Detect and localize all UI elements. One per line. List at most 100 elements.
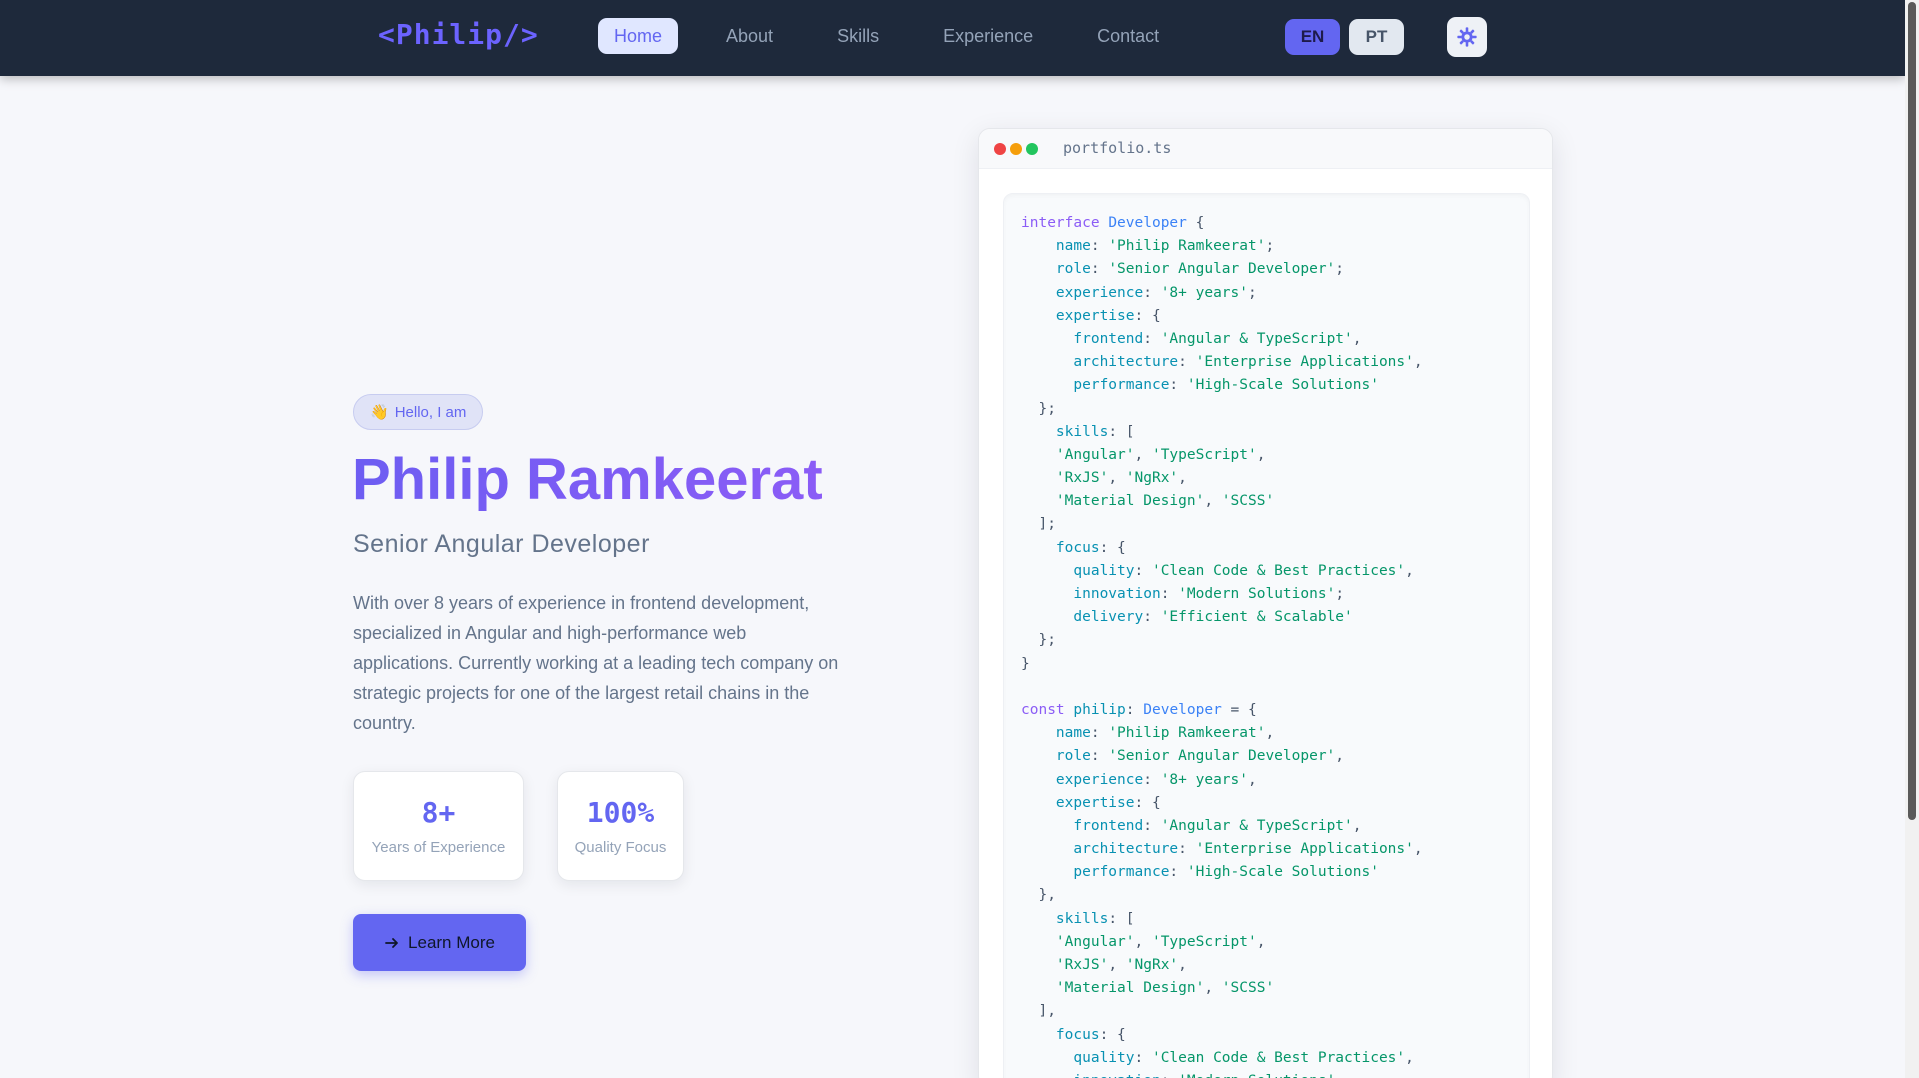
code-token: , (1413, 354, 1423, 371)
code-token: 'Philip Ramkeerat' (1108, 238, 1266, 255)
stat-value: 100% (586, 796, 655, 829)
code-line: ], (1021, 1000, 1423, 1023)
code-line: }, (1021, 884, 1423, 907)
code-token: } (1021, 655, 1030, 672)
nav-link-skills[interactable]: Skills (821, 18, 895, 54)
code-line: 'Material Design', 'SCSS' (1021, 490, 1423, 513)
page-scrollbar[interactable] (1905, 0, 1919, 1078)
code-line: 'Material Design', 'SCSS' (1021, 977, 1423, 1000)
code-token: , (1178, 470, 1187, 487)
gear-icon (1457, 27, 1477, 47)
code-token: experience (1055, 284, 1144, 301)
code-token: , (1335, 1073, 1344, 1078)
code-token: 'Enterprise Applications' (1195, 354, 1414, 371)
code-token: focus (1055, 539, 1100, 556)
learn-more-button[interactable]: Learn More (353, 914, 526, 971)
code-line: 'RxJS', 'NgRx', (1021, 467, 1423, 490)
language-pt-button[interactable]: PT (1349, 19, 1404, 55)
code-token: , (1405, 562, 1414, 579)
code-line: focus: { (1021, 537, 1423, 560)
code-token: 'Material Design' (1055, 493, 1205, 510)
greeting-text: Hello, I am (394, 403, 467, 421)
code-token: , (1335, 748, 1345, 765)
learn-more-label: Learn More (408, 932, 495, 952)
code-token: 'Senior Angular Developer' (1108, 261, 1336, 278)
nav-link-home[interactable]: Home (598, 18, 679, 54)
code-line: architecture: 'Enterprise Applications', (1021, 838, 1422, 861)
scrollbar-thumb[interactable] (1908, 2, 1916, 820)
code-token: innovation (1073, 586, 1161, 602)
code-line: 'Angular', 'TypeScript', (1021, 931, 1423, 954)
code-token: 'RxJS' (1055, 957, 1109, 973)
code-token: : (1125, 701, 1144, 718)
code-token: : (1090, 748, 1109, 765)
code-token: 'Philip Ramkeerat' (1108, 725, 1266, 742)
code-token: skills (1055, 423, 1109, 440)
code-token: frontend (1073, 817, 1144, 834)
code-window-titlebar: portfolio.ts (979, 129, 1552, 169)
code-token: , (1405, 1049, 1414, 1066)
code-token: '8+ years' (1160, 771, 1249, 788)
language-en-button[interactable]: EN (1285, 19, 1340, 55)
nav-link-experience[interactable]: Experience (927, 18, 1049, 54)
code-token: : [ (1108, 910, 1135, 927)
code-token: delivery (1073, 609, 1144, 626)
greeting-badge: 👋 Hello, I am (353, 394, 484, 430)
code-token: , (1256, 446, 1266, 463)
code-line: experience: '8+ years'; (1021, 282, 1423, 305)
logo[interactable]: <Philip/> (378, 18, 539, 51)
code-token: : (1169, 864, 1187, 881)
code-token: 'SCSS' (1221, 980, 1275, 997)
nav-link-about[interactable]: About (710, 18, 789, 54)
code-token: : { (1134, 307, 1161, 324)
code-token: : (1169, 377, 1187, 394)
code-window: portfolio.ts interface Developer { name:… (978, 128, 1553, 1078)
code-token: , (1134, 446, 1152, 463)
nav-link-contact[interactable]: Contact (1081, 18, 1175, 54)
code-line: innovation: 'Modern Solutions'; (1021, 583, 1423, 606)
code-token: const (1021, 701, 1074, 718)
code-token: 'Senior Angular Developer' (1108, 748, 1336, 765)
code-token: : (1090, 238, 1109, 255)
code-token: ; (1248, 284, 1257, 301)
code-token: : (1143, 609, 1161, 626)
code-token: innovation (1073, 1073, 1160, 1078)
code-line: performance: 'High-Scale Solutions' (1021, 374, 1423, 397)
code-token: philip (1073, 701, 1126, 718)
code-token: , (1134, 933, 1152, 950)
code-token: : (1178, 841, 1196, 858)
code-token: 'Clean Code & Best Practices' (1151, 1049, 1406, 1066)
code-token: : { (1099, 1026, 1126, 1043)
code-token: Developer (1143, 701, 1222, 718)
code-token: quality (1073, 1049, 1135, 1066)
code-line: 'RxJS', 'NgRx', (1021, 954, 1423, 977)
wave-icon: 👋 (370, 404, 389, 421)
code-token: = { (1221, 701, 1257, 718)
code-token: , (1178, 957, 1187, 973)
code-token: 'Angular & TypeScript' (1160, 330, 1353, 347)
code-token: 'TypeScript' (1151, 933, 1257, 950)
code-line: skills: [ (1021, 908, 1423, 931)
code-line: focus: { (1021, 1024, 1423, 1047)
stat-card-quality: 100% Quality Focus (557, 771, 684, 881)
code-line: role: 'Senior Angular Developer', (1021, 745, 1423, 768)
code-token: 'RxJS' (1055, 470, 1109, 487)
code-line: const philip: Developer = { (1021, 699, 1423, 722)
theme-toggle-button[interactable] (1447, 17, 1487, 57)
